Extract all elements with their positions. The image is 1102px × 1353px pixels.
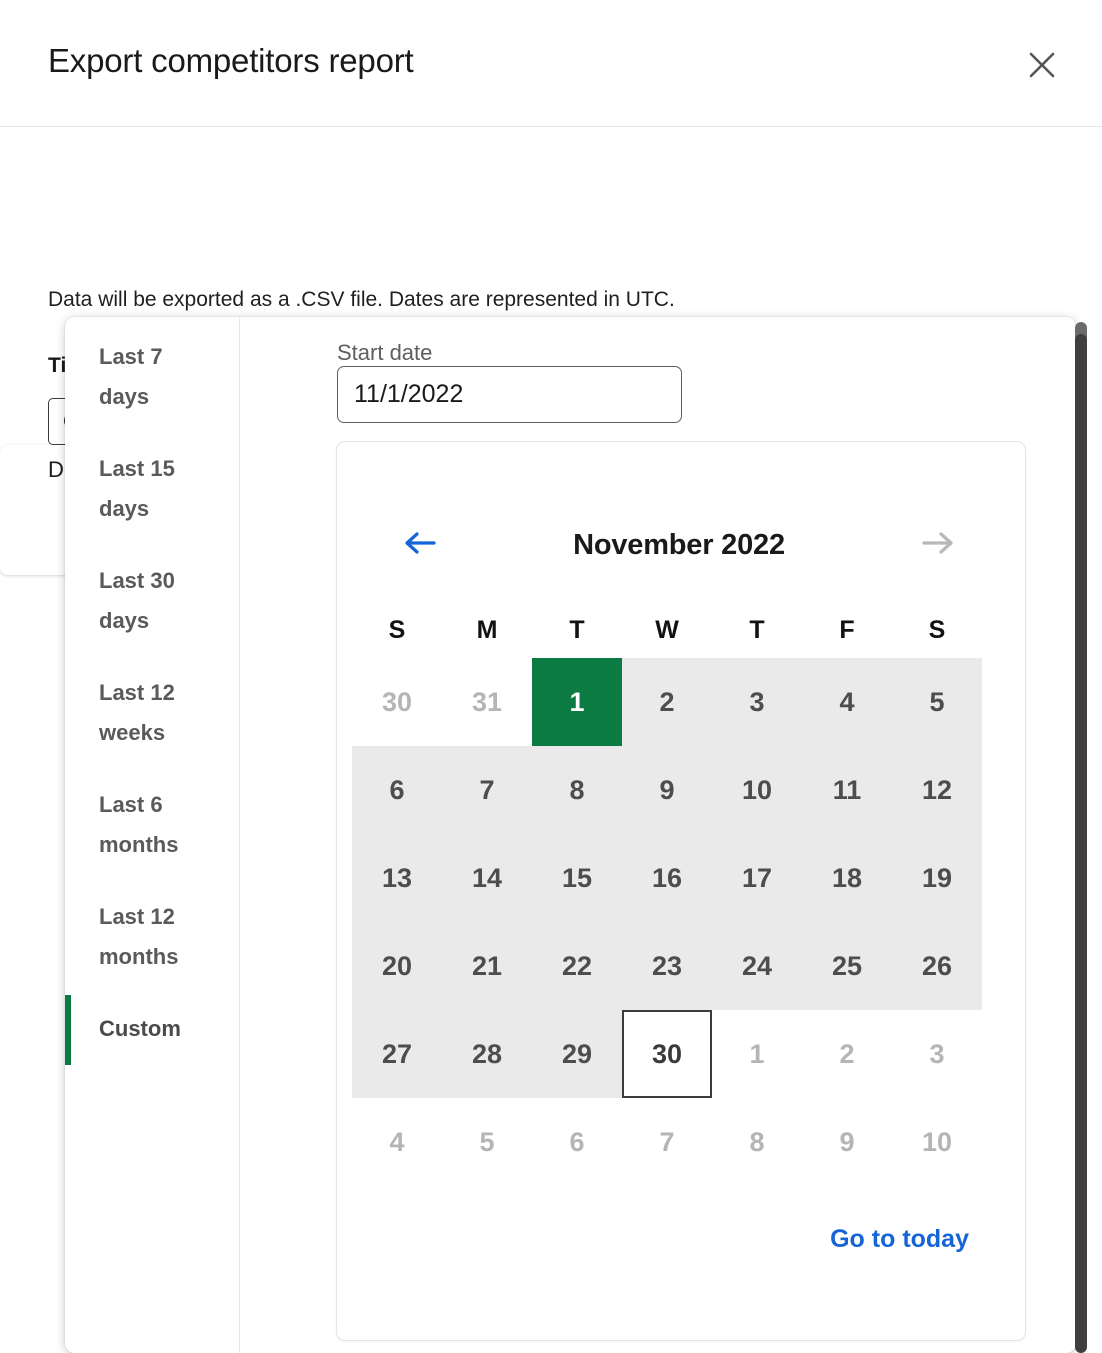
scrollbar-thumb[interactable] <box>1075 334 1087 1353</box>
dropdown-option-last-6-months[interactable]: Last 6 months <box>65 785 240 865</box>
weekday-label: S <box>892 602 982 658</box>
time-range-options-list: Last 7 days Last 15 days Last 30 days La… <box>65 317 240 1353</box>
option-label-line1: Last 7 <box>99 337 240 377</box>
option-label-line2: months <box>99 937 240 977</box>
next-month-button[interactable] <box>903 520 973 570</box>
start-date-input[interactable] <box>337 366 682 423</box>
weekday-label: T <box>712 602 802 658</box>
calendar-day[interactable]: 8 <box>532 746 622 834</box>
calendar-day[interactable]: 4 <box>802 658 892 746</box>
option-label-line2: days <box>99 489 240 529</box>
calendar-day-selected[interactable]: 1 <box>532 658 622 746</box>
option-label-line1: Last 12 <box>99 897 240 937</box>
calendar-day[interactable]: 7 <box>442 746 532 834</box>
calendar-day[interactable]: 6 <box>532 1098 622 1186</box>
close-icon <box>1024 47 1060 83</box>
calendar-day[interactable]: 10 <box>892 1098 982 1186</box>
calendar-day[interactable]: 7 <box>622 1098 712 1186</box>
option-label-line1: Last 15 <box>99 449 240 489</box>
occluded-text: D <box>48 457 64 483</box>
vertical-scrollbar[interactable] <box>1073 318 1089 1353</box>
calendar-week-row: 13 14 15 16 17 18 19 <box>352 834 1012 922</box>
calendar-day[interactable]: 30 <box>352 658 442 746</box>
weekday-label: M <box>442 602 532 658</box>
calendar-month-title: November 2022 <box>455 529 903 562</box>
calendar-day[interactable]: 20 <box>352 922 442 1010</box>
calendar-day[interactable]: 24 <box>712 922 802 1010</box>
close-button[interactable] <box>1022 45 1062 85</box>
calendar-day[interactable]: 6 <box>352 746 442 834</box>
calendar-day[interactable]: 19 <box>892 834 982 922</box>
weekday-label: S <box>352 602 442 658</box>
calendar-day[interactable]: 5 <box>892 658 982 746</box>
calendar-day[interactable]: 11 <box>802 746 892 834</box>
export-report-modal: Export competitors report Data will be e… <box>0 0 1102 1353</box>
dropdown-option-last-12-months[interactable]: Last 12 months <box>65 897 240 977</box>
dropdown-option-custom[interactable]: Custom <box>65 1009 240 1049</box>
previous-month-button[interactable] <box>385 520 455 570</box>
option-label-line1: Last 30 <box>99 561 240 601</box>
calendar-day-focused[interactable]: 30 <box>622 1010 712 1098</box>
option-label-line2: months <box>99 825 240 865</box>
dropdown-option-last-15-days[interactable]: Last 15 days <box>65 449 240 529</box>
calendar-day[interactable]: 3 <box>892 1010 982 1098</box>
time-range-dropdown-panel: Last 7 days Last 15 days Last 30 days La… <box>65 317 1076 1353</box>
option-label-line2: weeks <box>99 713 240 753</box>
calendar-day[interactable]: 18 <box>802 834 892 922</box>
weekday-label: T <box>532 602 622 658</box>
calendar-day[interactable]: 22 <box>532 922 622 1010</box>
calendar-day[interactable]: 28 <box>442 1010 532 1098</box>
calendar-week-row: 4 5 6 7 8 9 10 <box>352 1098 1012 1186</box>
weekday-label: F <box>802 602 892 658</box>
calendar-day[interactable]: 12 <box>892 746 982 834</box>
dropdown-option-last-7-days[interactable]: Last 7 days <box>65 337 240 417</box>
option-label-line1: Custom <box>99 1009 240 1049</box>
calendar-day[interactable]: 29 <box>532 1010 622 1098</box>
calendar-grid: S M T W T F S 30 31 1 2 3 4 <box>352 602 1012 1186</box>
calendar-header: November 2022 <box>337 520 1025 570</box>
calendar-week-row: 27 28 29 30 1 2 3 <box>352 1010 1012 1098</box>
calendar-day[interactable]: 15 <box>532 834 622 922</box>
calendar-day[interactable]: 10 <box>712 746 802 834</box>
page-title: Export competitors report <box>48 42 413 80</box>
calendar-day[interactable]: 4 <box>352 1098 442 1186</box>
calendar-day[interactable]: 8 <box>712 1098 802 1186</box>
option-label-line1: Last 6 <box>99 785 240 825</box>
weekday-label: W <box>622 602 712 658</box>
date-picker-pane: Start date November 2022 <box>241 317 1076 1353</box>
calendar-week-row: 20 21 22 23 24 25 26 <box>352 922 1012 1010</box>
calendar: November 2022 S M T <box>336 441 1026 1341</box>
calendar-day[interactable]: 16 <box>622 834 712 922</box>
option-label-line2: days <box>99 601 240 641</box>
dropdown-option-last-12-weeks[interactable]: Last 12 weeks <box>65 673 240 753</box>
modal-header: Export competitors report <box>0 0 1102 127</box>
calendar-week-row: 30 31 1 2 3 4 5 <box>352 658 1012 746</box>
arrow-left-icon <box>400 529 440 562</box>
option-label-line1: Last 12 <box>99 673 240 713</box>
start-date-label: Start date <box>337 340 432 366</box>
go-to-today-link[interactable]: Go to today <box>830 1225 969 1254</box>
calendar-day[interactable]: 13 <box>352 834 442 922</box>
calendar-weekday-row: S M T W T F S <box>352 602 1012 658</box>
calendar-day[interactable]: 26 <box>892 922 982 1010</box>
calendar-day[interactable]: 17 <box>712 834 802 922</box>
calendar-day[interactable]: 3 <box>712 658 802 746</box>
calendar-day[interactable]: 14 <box>442 834 532 922</box>
arrow-right-icon <box>918 529 958 562</box>
option-label-line2: days <box>99 377 240 417</box>
calendar-day[interactable]: 2 <box>802 1010 892 1098</box>
calendar-day[interactable]: 9 <box>622 746 712 834</box>
calendar-day[interactable]: 31 <box>442 658 532 746</box>
calendar-day[interactable]: 23 <box>622 922 712 1010</box>
calendar-day[interactable]: 25 <box>802 922 892 1010</box>
dropdown-option-last-30-days[interactable]: Last 30 days <box>65 561 240 641</box>
calendar-day[interactable]: 21 <box>442 922 532 1010</box>
calendar-day[interactable]: 27 <box>352 1010 442 1098</box>
calendar-week-row: 6 7 8 9 10 11 12 <box>352 746 1012 834</box>
calendar-day[interactable]: 9 <box>802 1098 892 1186</box>
calendar-day[interactable]: 5 <box>442 1098 532 1186</box>
export-description: Data will be exported as a .CSV file. Da… <box>48 288 675 312</box>
calendar-day[interactable]: 2 <box>622 658 712 746</box>
calendar-day[interactable]: 1 <box>712 1010 802 1098</box>
